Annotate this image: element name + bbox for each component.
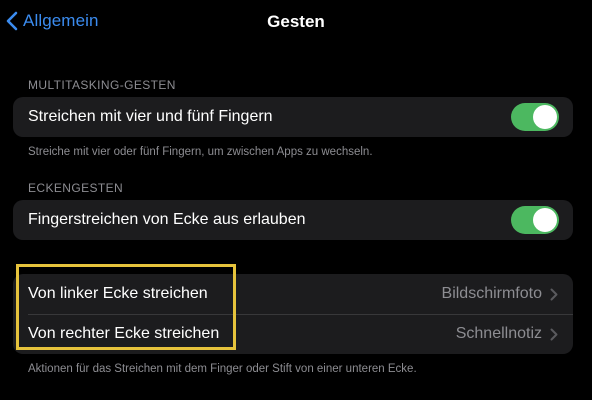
allow-corner-swipe-label: Fingerstreichen von Ecke aus erlauben [28,211,306,228]
corner-actions-footer: Aktionen für das Streichen mit dem Finge… [28,363,417,375]
four-five-finger-swipe-row[interactable]: Streichen mit vier und fünf Fingern [13,97,573,137]
four-five-finger-swipe-label: Streichen mit vier und fünf Fingern [28,108,273,125]
allow-corner-swipe-toggle[interactable] [511,206,559,234]
four-five-finger-swipe-toggle[interactable] [511,103,559,131]
right-corner-swipe-row[interactable]: Von rechter Ecke streichen Schnellnotiz [13,314,573,354]
multitasking-footer: Streiche mit vier oder fünf Fingern, um … [28,146,373,158]
gestures-settings-page: Allgemein Gesten MULTITASKING-GESTEN Str… [0,0,592,400]
navigation-bar: Allgemein Gesten [0,0,592,44]
corner-actions-group: Von linker Ecke streichen Bildschirmfoto… [13,274,573,354]
multitasking-group: Streichen mit vier und fünf Fingern [13,97,573,137]
chevron-right-icon [550,328,558,340]
allow-corner-swipe-row[interactable]: Fingerstreichen von Ecke aus erlauben [13,200,573,240]
chevron-right-icon [550,288,558,300]
section-header-corner-gestures: ECKENGESTEN [28,181,124,195]
section-header-multitasking: MULTITASKING-GESTEN [28,78,176,92]
page-title: Gesten [267,12,325,31]
right-corner-swipe-value: Schnellnotiz [455,325,542,342]
right-corner-swipe-label: Von rechter Ecke streichen [28,325,220,342]
left-corner-swipe-row[interactable]: Von linker Ecke streichen Bildschirmfoto [13,274,573,314]
toggle-knob [533,105,557,129]
left-corner-swipe-value: Bildschirmfoto [441,285,542,302]
toggle-knob [533,208,557,232]
corner-gestures-group: Fingerstreichen von Ecke aus erlauben [13,200,573,240]
left-corner-swipe-label: Von linker Ecke streichen [28,285,208,302]
